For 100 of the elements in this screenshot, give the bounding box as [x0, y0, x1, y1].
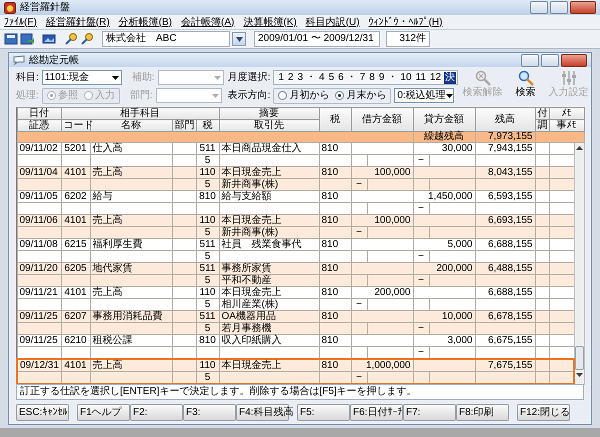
month-option[interactable]: 決 — [444, 72, 456, 84]
table-cell: 100,000 — [351, 214, 413, 226]
column-header: 取引先 — [219, 120, 319, 132]
table-cell: 売上高 — [90, 359, 172, 372]
separator-dot: ・ — [306, 72, 316, 84]
scroll-up-icon — [576, 146, 583, 150]
close-button[interactable] — [570, 1, 596, 14]
magnifier-icon — [64, 32, 78, 46]
function-key-button[interactable]: F5: — [297, 404, 350, 421]
column-header: 残高 — [475, 108, 535, 132]
minimize-button[interactable] — [521, 54, 539, 66]
menu-item[interactable]: 会計帳簿(A) — [181, 16, 234, 28]
table-cell: 7,943,155 — [475, 142, 535, 154]
app-icon — [4, 2, 16, 14]
menu-item[interactable]: 分析帳簿(B) — [118, 16, 172, 28]
table-cell: 売上高 — [90, 214, 172, 226]
month-option[interactable]: 5 — [328, 72, 336, 84]
minimize-button[interactable] — [530, 1, 548, 14]
month-option[interactable]: 12 — [428, 72, 442, 84]
table-cell: 6,688,155 — [475, 238, 535, 250]
menu-item[interactable]: 決算帳簿(K) — [243, 16, 297, 28]
table-cell: 3,000 — [413, 334, 475, 346]
company-field[interactable]: 株式会社 ABC — [102, 31, 230, 47]
table-cell: 09/11/08 — [17, 238, 61, 250]
dash-mark: − — [356, 299, 362, 310]
table-cell: 1,000,000 — [351, 359, 413, 372]
dash-mark: − — [418, 347, 424, 358]
window-title: 総勘定元帳 — [29, 54, 80, 66]
function-key-button[interactable]: F8:印刷 — [456, 404, 509, 421]
month-option[interactable]: 6 — [337, 72, 345, 84]
table-cell: 6,488,155 — [475, 262, 535, 274]
tax-mode-dropdown[interactable]: 0:税込処理 — [394, 88, 454, 103]
menu-item[interactable]: 科目内訳(U) — [306, 16, 360, 28]
table-cell: 09/11/05 — [17, 190, 61, 202]
maximize-button[interactable] — [550, 1, 568, 14]
dash-mark: − — [418, 323, 424, 334]
month-option[interactable]: 2 — [286, 72, 294, 84]
table-cell: 福利厚生費 — [90, 238, 172, 250]
function-key-button[interactable]: ESC:ｷｬﾝｾﾙ — [16, 404, 69, 421]
radio-button[interactable]: 月末から — [335, 89, 386, 102]
column-header: 日付 — [17, 108, 61, 120]
function-key-button[interactable]: F3: — [183, 404, 236, 421]
dash-mark: − — [418, 275, 424, 286]
field-label: 科目: — [16, 71, 39, 84]
period-field: 2009/01/01 〜 2009/12/31 — [254, 31, 380, 47]
function-key-button[interactable]: F6:日付ｻｰﾁ — [350, 404, 403, 421]
month-option[interactable]: 4 — [318, 72, 326, 84]
dash-mark: − — [418, 251, 424, 262]
table-cell: 租税公課 — [90, 334, 172, 346]
table-cell: 本日現金売上 — [219, 286, 319, 298]
floppy-icon — [4, 32, 18, 46]
month-option[interactable]: 7 — [358, 72, 366, 84]
dropdown-button[interactable] — [232, 32, 246, 46]
speech-icon — [13, 55, 25, 65]
table-cell: 09/11/21 — [17, 286, 61, 298]
month-option[interactable]: 11 — [414, 72, 427, 84]
field-label: 処理: — [16, 89, 39, 102]
column-header: ﾒﾓ — [549, 108, 584, 120]
menu-item[interactable]: ｳｨﾝﾄﾞｳ・ﾍﾙﾌﾟ(H) — [368, 16, 442, 28]
table-cell: 09/11/02 — [17, 142, 61, 154]
record-count: 312件 — [386, 31, 430, 47]
function-key-button[interactable]: F12:閉じる — [517, 404, 570, 421]
table-cell: 110 — [196, 359, 219, 372]
table-cell: 09/12/31 — [17, 359, 61, 372]
table-cell: 200,000 — [413, 262, 475, 274]
dash-mark: − — [418, 203, 424, 214]
scroll-thumb[interactable] — [574, 346, 584, 370]
radio-button[interactable]: 月初から — [278, 89, 330, 102]
column-header: 摘要 — [219, 108, 319, 120]
menu-item[interactable]: ﾌｧｲﾙ(F) — [4, 16, 37, 28]
month-option[interactable]: 3 — [296, 72, 304, 84]
table-cell: 1,450,000 — [413, 190, 475, 202]
table-cell: 4101 — [61, 359, 90, 372]
month-option[interactable]: 9 — [378, 72, 386, 84]
table-cell: 若月事務機 — [219, 322, 319, 334]
function-key-button[interactable]: F2: — [130, 404, 183, 421]
function-key-button[interactable]: F1ヘルプ — [77, 404, 130, 421]
menu-item[interactable]: 経営羅針盤(R) — [46, 16, 110, 28]
toolbar-button[interactable]: 検索 — [505, 70, 546, 105]
column-header: 証憑 — [17, 120, 61, 132]
table-cell: 平和不動産 — [219, 274, 319, 286]
caret-icon — [446, 94, 454, 98]
close-button[interactable] — [561, 54, 587, 66]
column-header: 付 — [535, 108, 549, 120]
month-option[interactable]: 8 — [368, 72, 376, 84]
month-option[interactable]: 10 — [399, 72, 413, 84]
scrollbar[interactable] — [575, 143, 584, 379]
month-option[interactable]: 1 — [277, 72, 285, 84]
account-dropdown[interactable]: 1101:現金 — [42, 70, 122, 85]
table-cell: 社員 残業食事代 — [219, 238, 319, 250]
column-header: 相手科目 — [61, 108, 219, 120]
maximize-button[interactable] — [541, 54, 559, 66]
column-header: 税 — [319, 108, 351, 132]
table-cell: 新井商事(株) — [219, 226, 319, 238]
caret-icon — [236, 36, 242, 42]
table-cell: 事務所家賃 — [219, 262, 319, 274]
table-cell: 売上高 — [90, 286, 172, 298]
caret-icon — [214, 76, 222, 80]
function-key-button[interactable]: F7: — [403, 404, 456, 421]
table-cell: 給与支給額 — [219, 190, 319, 202]
